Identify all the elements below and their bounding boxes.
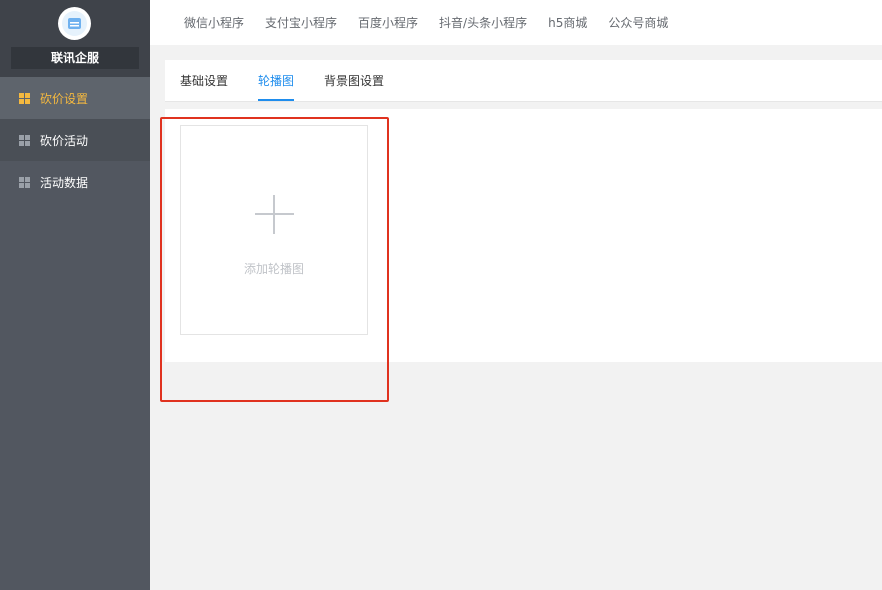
tab-basic-settings[interactable]: 基础设置 (180, 60, 228, 101)
grid-icon (19, 176, 30, 188)
add-carousel-image-button[interactable]: 添加轮播图 (180, 125, 368, 335)
topnav-wechat-miniprogram[interactable]: 微信小程序 (184, 14, 244, 31)
sidebar-item-label: 活动数据 (40, 175, 89, 190)
tab-background-settings[interactable]: 背景图设置 (324, 60, 384, 101)
content-panel: 基础设置 轮播图 背景图设置 添加轮播图 (165, 60, 882, 362)
brand-name: 联讯企服 (11, 47, 139, 69)
topnav-baidu-miniprogram[interactable]: 百度小程序 (358, 14, 418, 31)
sidebar-item-bargain-activities[interactable]: 砍价活动 (0, 119, 150, 161)
divider (165, 102, 882, 109)
tab-carousel[interactable]: 轮播图 (258, 60, 295, 101)
top-nav: 微信小程序 支付宝小程序 百度小程序 抖音/头条小程序 h5商城 公众号商城 (150, 0, 882, 45)
store-icon (62, 11, 87, 36)
topnav-h5-mall[interactable]: h5商城 (548, 14, 587, 31)
sidebar-item-bargain-settings[interactable]: 砍价设置 (0, 77, 150, 119)
sidebar-item-activity-data[interactable]: 活动数据 (0, 161, 150, 203)
sidebar-item-label: 砍价活动 (40, 133, 89, 148)
brand-area: 联讯企服 (0, 0, 150, 77)
sidebar: 联讯企服 砍价设置 砍价活动 活动数据 (0, 0, 150, 590)
topnav-alipay-miniprogram[interactable]: 支付宝小程序 (265, 14, 337, 31)
upload-label: 添加轮播图 (243, 262, 304, 276)
avatar[interactable] (58, 7, 91, 40)
topnav-douyin-miniprogram[interactable]: 抖音/头条小程序 (439, 14, 527, 31)
tab-bar: 基础设置 轮播图 背景图设置 (165, 60, 882, 102)
plus-icon (255, 195, 294, 234)
grid-icon (19, 134, 30, 146)
grid-icon (19, 92, 30, 104)
sidebar-item-label: 砍价设置 (40, 91, 89, 106)
topnav-official-account-mall[interactable]: 公众号商城 (608, 14, 668, 31)
